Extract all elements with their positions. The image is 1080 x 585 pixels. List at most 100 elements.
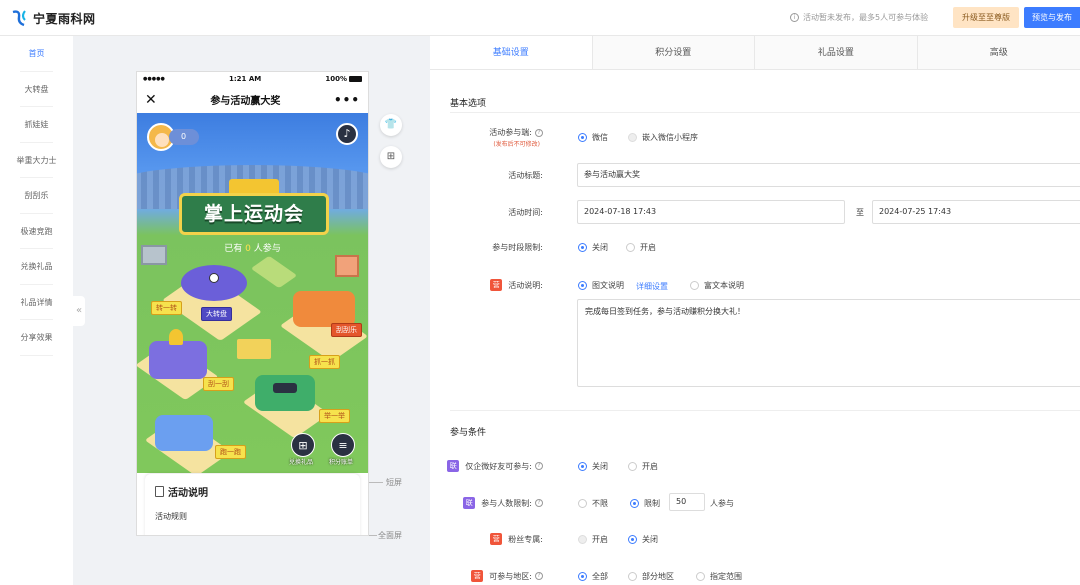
link-badge: 联 [447,460,460,472]
description-label: 活动说明: [508,280,543,290]
people-limit-unlimited[interactable]: 不限 [578,498,608,509]
phone-status-bar: ●●●●● 1:21 AM 100% [137,72,368,86]
people-limit-input[interactable]: 50 [669,493,705,511]
end-time-input[interactable]: 2024-07-25 17:43 [872,200,1080,224]
title-input[interactable]: 参与活动赢大奖 [577,163,1080,187]
signal-icon: ●●●●● [143,76,165,82]
sidebar-item-race[interactable]: 极速竞跑 [0,214,73,250]
help-icon[interactable]: ? [535,572,543,580]
start-time-input[interactable]: 2024-07-18 17:43 [577,200,845,224]
tab-advanced[interactable]: 高级 [917,36,1080,69]
race-building[interactable] [155,415,213,451]
description-option-graphic[interactable]: 图文说明 [578,280,624,291]
battery-icon [348,76,362,82]
section-conditions-title: 参与条件 [450,428,487,438]
football-icon [209,273,219,283]
lifting-building[interactable] [255,375,315,411]
spin-tag[interactable]: 转一转 [151,301,182,315]
marketing-badge: 营 [490,533,503,545]
description-textarea[interactable]: 完成每日签到任务，参与活动赚积分换大礼！ [577,299,1080,387]
help-icon[interactable]: ? [535,499,543,507]
platform-option-wechat[interactable]: 微信 [578,132,608,143]
top-bar: 宁夏雨科网 i 活动暂未发布，最多5人可参与体验 升级至至尊版 预览与发布 [0,0,1080,36]
wecom-friends-on[interactable]: 开启 [628,461,658,472]
claw-building[interactable] [293,291,355,327]
time-limit-label: 参与时段限制: [492,243,543,252]
marketing-badge: 营 [471,570,484,582]
settings-panel: 基础设置 积分设置 礼品设置 高级 基本选项 活动参与端:? (发布后不可修改)… [430,36,1080,585]
settings-tabs: 基础设置 积分设置 礼品设置 高级 [430,36,1080,70]
decor-tile [250,255,298,289]
people-limit-limited[interactable]: 限制 [630,498,660,509]
sidebar-item-exchange[interactable]: 兑换礼品 [0,249,73,285]
sidebar-item-gift-detail[interactable]: 礼品详情 [0,285,73,321]
fans-only-label: 粉丝专属: [508,534,543,544]
platform-option-miniprogram[interactable]: 嵌入微信小程序 [628,132,698,143]
gift-icon[interactable]: ⊞ [291,433,315,457]
run-tag[interactable]: 跑一跑 [215,445,246,459]
close-icon[interactable]: ✕ [145,92,157,108]
wecom-friends-off[interactable]: 关闭 [578,461,608,472]
trial-notice-text: 活动暂未发布，最多5人可参与体验 [803,13,929,22]
wheel-stadium[interactable] [181,265,247,301]
platform-label: 活动参与端: [489,128,532,137]
claw-building-label: 刮刮乐 [331,323,362,337]
tab-gifts[interactable]: 礼品设置 [755,36,918,69]
tab-points[interactable]: 积分设置 [592,36,756,69]
platform-sub-label: (发布后不可修改) [493,141,540,148]
fans-only-off[interactable]: 关闭 [628,534,658,545]
brand-logo[interactable]: 宁夏雨科网 [10,8,96,28]
wheel-stadium-label: 大转盘 [201,307,232,321]
music-icon[interactable]: ♪ [336,123,358,145]
detail-settings-link[interactable]: 详细设置 [636,281,668,292]
tab-basic[interactable]: 基础设置 [430,36,593,69]
sidebar-item-weightlifting[interactable]: 举重大力士 [0,143,73,179]
theme-shirt-icon[interactable]: 👕 [380,114,402,136]
document-icon [155,486,164,497]
status-time: 1:21 AM [228,75,262,83]
description-card: 活动说明 活动规则 [145,474,360,535]
phone-preview: ●●●●● 1:21 AM 100% ✕ 参与活动赢大奖 ••• 0 ♪ 掌上运… [136,71,369,536]
description-option-richtext[interactable]: 富文本说明 [690,280,744,291]
lift-tag[interactable]: 举一举 [319,409,350,423]
sidebar-item-wheel[interactable]: 大转盘 [0,72,73,108]
description-card-title: 活动说明 [168,488,208,499]
scratch-tag[interactable]: 刮一刮 [203,377,234,391]
help-icon[interactable]: ? [535,462,543,470]
short-screen-marker[interactable]: 短屏 [386,477,402,488]
sidebar-item-scratch[interactable]: 刮刮乐 [0,178,73,214]
block-decor [237,339,271,359]
people-limit-label: 参与人数限制: [481,498,532,508]
preview-tools: 👕 ⊞ [380,114,402,178]
time-limit-on[interactable]: 开启 [626,242,656,253]
region-label: 可参与地区: [489,571,532,581]
sidebar-item-share[interactable]: 分享效果 [0,320,73,356]
region-range[interactable]: 指定范围 [696,571,742,582]
sidebar-collapse-button[interactable]: « [73,296,85,326]
trophy-icon [229,179,279,193]
grid-icon[interactable]: ⊞ [380,146,402,168]
barbell-icon [273,383,297,393]
sidebar-item-claw[interactable]: 抓娃娃 [0,107,73,143]
basketball-board-decor [335,255,359,277]
sidebar-item-home[interactable]: 首页 [0,36,73,72]
bill-icon[interactable]: ≡ [331,433,355,457]
preview-publish-button[interactable]: 预览与发布 [1024,7,1080,28]
fans-only-on[interactable]: 开启 [578,534,608,545]
game-title-sign: 掌上运动会 [179,193,329,235]
more-icon[interactable]: ••• [334,93,360,107]
full-screen-marker[interactable]: 全面屏 [378,530,402,541]
phone-page-title: 参与活动赢大奖 [210,96,281,107]
marketing-badge: 营 [490,279,503,291]
scratch-building[interactable] [149,341,207,379]
grab-tag[interactable]: 抓一抓 [309,355,340,369]
section-basic-title: 基本选项 [450,99,487,109]
region-partial[interactable]: 部分地区 [628,571,674,582]
joined-count: 已有 0 人参与 [224,244,281,254]
upgrade-button[interactable]: 升级至至尊版 [953,7,1019,28]
title-label: 活动标题: [508,171,543,180]
time-separator: 至 [856,208,864,217]
time-limit-off[interactable]: 关闭 [578,242,608,253]
help-icon[interactable]: ? [535,128,543,137]
region-all[interactable]: 全部 [578,571,608,582]
